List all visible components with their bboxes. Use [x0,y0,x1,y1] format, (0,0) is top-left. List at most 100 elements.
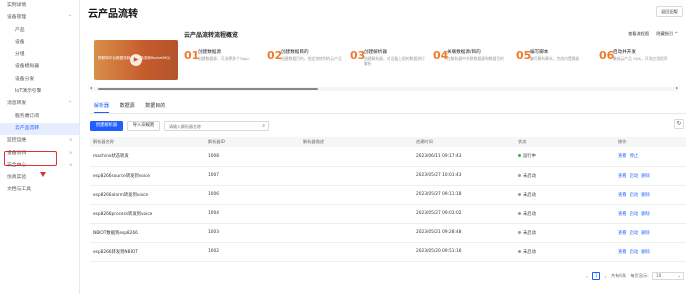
process-step[interactable]: 05 编写脚本 编写解析脚本，完成内置模板 [516,47,595,75]
operations-cell: 查看 启动 删除 [615,223,686,243]
sidebar-item[interactable]: 分组 [0,49,79,61]
status-text: 运行中 [523,154,536,160]
sidebar-item[interactable]: 产品 [0,25,79,37]
operation-link[interactable]: 查看 [618,250,627,255]
sidebar-item[interactable]: 设备模拟器 [0,61,79,73]
operation-link[interactable]: 查看 [618,154,627,159]
sidebar-item[interactable]: 设备管理 ^ [0,12,79,24]
process-step[interactable]: 02 创建数据目的 创建数据目的，指定流转到的云产品 [267,47,346,75]
overview-links: 查看流程图 隐藏指引 ^ [622,31,678,37]
table-row: esp8266source转发到voice 1007 2023/05/27 10:0… [90,166,686,186]
status-cell: 运行中 [515,147,615,167]
status-cell: 未启动 [515,204,615,224]
hide-guide-link[interactable]: 隐藏指引 ^ [656,31,678,36]
sidebar-item[interactable]: 消息转发 ^ [0,98,79,110]
operations-cell: 查看 启动 删除 [615,204,686,224]
status-dot-icon [518,230,521,234]
sidebar-item[interactable]: IoT演示引擎 [0,86,79,98]
column-header: 状态 [515,137,615,147]
scroll-left-icon[interactable]: ◂ [90,85,92,90]
process-step[interactable]: 03 创建解析器 创建解析器，对设备上报的数据进行解析 [350,47,429,75]
parser-id-cell: 1002 [205,242,300,262]
search-input[interactable] [165,122,255,130]
table-row: esp8266alarm转发到voice 1006 2023/05/27 09:11… [90,185,686,205]
operation-link[interactable]: 查看 [618,193,627,198]
operation-link[interactable]: 启动 [630,193,639,198]
operations-cell: 查看 停止 [615,147,686,167]
process-step[interactable]: 01 创建数据源 创建数据源，可选择多个Topic [184,47,263,75]
sidebar-item[interactable]: 监控运维 v [0,135,79,147]
import-old-rules-button[interactable]: 导入旧规则 [127,121,160,131]
operation-link[interactable]: 删除 [641,193,650,198]
search-icon[interactable]: ⌕ [262,122,265,130]
prev-page-icon[interactable]: ‹ [583,274,591,279]
step-title: 关联数据源/目的 [447,50,481,55]
step-title: 启动并开发 [613,50,636,55]
sidebar-item[interactable]: 设备 [0,37,79,49]
next-page-icon[interactable]: › [602,274,610,279]
tab-bar: 解析器 数据源 数据目的 [94,100,174,113]
parser-desc-cell [300,166,413,186]
status-text: 未启动 [523,230,536,236]
created-time-cell: 2023/06/11 09:17:43 [413,147,515,167]
tab-parser[interactable]: 解析器 [94,100,110,113]
operation-link[interactable]: 启动 [630,174,639,179]
sidebar-item[interactable]: 云产品流转 [0,122,79,136]
chevron-up-icon: ^ [68,101,72,107]
table-row: esp8266process转发到voice 1004 2023/05/27 09:… [90,204,686,224]
step-desc: 在解析器中关联数据源和数据目的 [447,56,504,61]
tab-data-source[interactable]: 数据源 [120,100,135,112]
sidebar-item-label: IoT演示引擎 [15,89,42,95]
sidebar-item[interactable]: 实例详情 [0,0,79,12]
scroll-right-icon[interactable]: ▸ [676,85,678,90]
sidebar-item-label: 云产品流转 [15,125,39,131]
operation-link[interactable]: 删除 [641,231,650,236]
sidebar-item[interactable]: 文档与工具 [0,184,79,196]
parser-id-cell: 1004 [205,204,300,224]
operation-link[interactable]: 查看 [618,231,627,236]
view-process-link[interactable]: 查看流程图 [628,31,649,36]
created-time-cell: 2023/05/27 09:11:18 [413,185,515,205]
operation-link[interactable]: 启动 [630,212,639,217]
operation-link[interactable]: 删除 [641,174,650,179]
page-title: 云产品流转 [88,9,138,20]
chevron-down-icon: ⌄ [677,273,681,278]
tab-data-destination[interactable]: 数据目的 [145,100,165,112]
operation-link[interactable]: 删除 [641,250,650,255]
scroll-thumb[interactable] [98,88,318,90]
operation-link[interactable]: 查看 [618,174,627,179]
page-size-select[interactable]: 10 ⌄ [652,272,684,280]
column-header: 解析器名称 [90,137,205,147]
table-row: NBIOT数据到esp8266 1003 2023/05/21 09:28:48 未启… [90,223,686,243]
overview-video[interactable]: 物联网平台数据流转 (云产品流转RocketMQ) ▶ [94,40,178,80]
sidebar-item-label: 产品 [15,27,25,33]
status-cell: 未启动 [515,223,615,243]
process-step[interactable]: 04 关联数据源/目的 在解析器中关联数据源和数据目的 [433,47,512,75]
refresh-icon[interactable]: ↻ [674,119,684,129]
page-number-current[interactable]: 1 [592,272,601,280]
step-title: 创建数据目的 [281,50,309,55]
status-dot-icon [518,211,521,215]
process-step[interactable]: 06 启动并开发 集成云产品 SDK，开发应用程序 [599,47,678,75]
step-desc: 集成云产品 SDK，开发应用程序 [613,56,668,61]
operation-link[interactable]: 启动 [630,231,639,236]
sidebar-item[interactable]: 设备分发 [0,74,79,86]
table-row: machine状态转发 1008 2023/06/11 09:17:43 运行中 查看停… [90,147,686,167]
overview-title: 云产品流转流程概览 [184,32,239,39]
sidebar-item-label: 设备 [15,39,25,45]
chevron-down-icon: v [69,138,72,144]
column-header: 解析器描述 [300,137,413,147]
sidebar-item[interactable]: 服务端订阅 [0,111,79,123]
create-parser-button[interactable]: 创建解析器 [90,121,123,131]
play-icon[interactable]: ▶ [130,54,142,66]
sidebar-item-label: 文档与工具 [7,187,31,193]
parser-name-cell: esp8266alarm转发到voice [90,185,205,205]
steps-scrollbar[interactable]: ◂ ▸ [90,85,678,91]
process-steps: 01 创建数据源 创建数据源，可选择多个Topic 02 创建数据目的 创建数据目的，指定… [184,47,678,79]
back-to-old-version-button[interactable]: 返回旧版 [656,6,683,17]
operation-link[interactable]: 删除 [641,212,650,217]
operation-link[interactable]: 停止 [630,154,639,159]
operation-link[interactable]: 启动 [630,250,639,255]
operation-link[interactable]: 查看 [618,212,627,217]
sidebar-item-label: 服务端订阅 [15,113,39,119]
